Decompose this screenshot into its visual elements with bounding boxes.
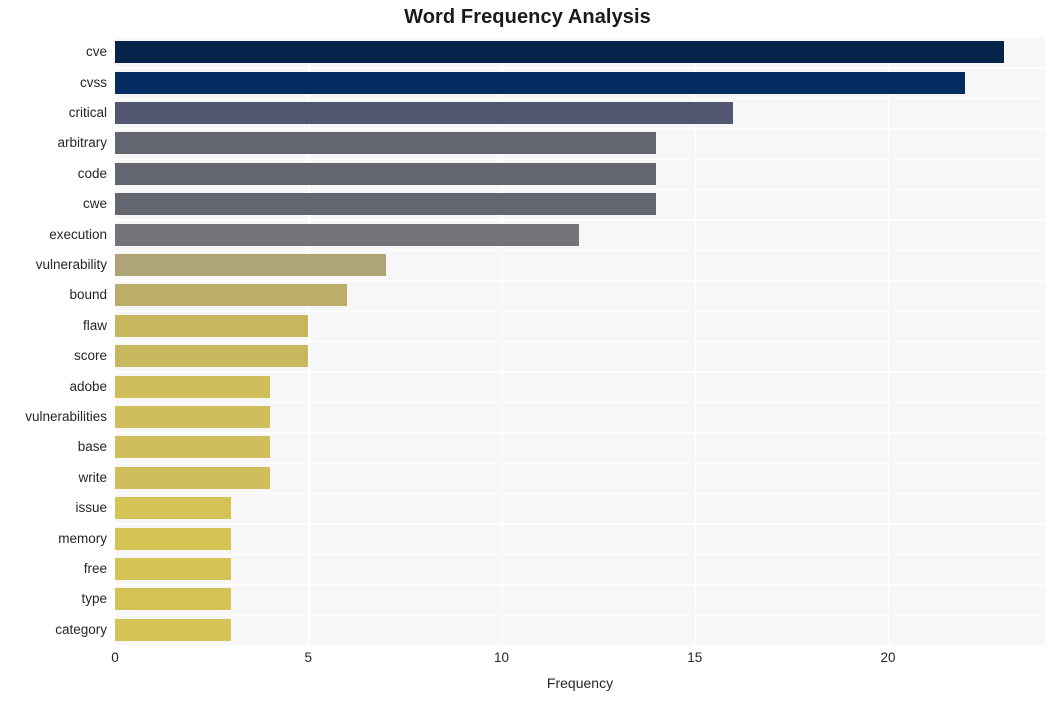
bar-arbitrary[interactable]	[115, 132, 657, 155]
bar-adobe[interactable]	[115, 375, 270, 398]
bar-score[interactable]	[115, 345, 309, 368]
bar-vulnerability[interactable]	[115, 254, 386, 276]
gridline-horizontal-4	[115, 158, 1045, 160]
y-tick-label-cvss: cvss	[80, 74, 107, 90]
x-axis-title: Frequency	[546, 675, 614, 691]
y-tick-label-vulnerabilities: vulnerabilities	[25, 409, 107, 424]
bar-memory[interactable]	[115, 527, 231, 550]
x-tick-label-0: 0	[111, 650, 119, 665]
y-tick-label-code: code	[77, 165, 107, 181]
y-tick-label-type: type	[81, 591, 107, 607]
word-frequency-chart: Word Frequency Analysis cve cvss critical a…	[0, 0, 1055, 701]
y-tick-label-flaw: flaw	[82, 317, 107, 333]
bar-flaw[interactable]	[115, 314, 309, 337]
bar-category[interactable]	[115, 618, 231, 641]
bar-write[interactable]	[115, 466, 270, 489]
plot-area	[115, 37, 1045, 645]
bar-base[interactable]	[115, 436, 270, 459]
y-tick-label-free: free	[83, 561, 107, 576]
gridline-horizontal-2	[115, 97, 1045, 100]
bar-bound[interactable]	[115, 284, 347, 307]
gridline-horizontal-14	[115, 462, 1045, 464]
gridline-horizontal-15	[115, 493, 1045, 495]
bar-cve[interactable]	[115, 41, 1004, 64]
gridline-horizontal-8	[115, 280, 1045, 282]
gridline-horizontal-3	[115, 128, 1045, 130]
y-tick-label-category: category	[55, 621, 107, 637]
y-tick-label-memory: memory	[58, 530, 107, 546]
y-tick-label-vulnerability: vulnerability	[35, 257, 107, 272]
y-tick-label-write: write	[78, 469, 107, 485]
y-tick-label-adobe: adobe	[69, 378, 107, 394]
y-tick-label-cwe: cwe	[82, 196, 107, 212]
y-tick-label-execution: execution	[49, 226, 107, 242]
x-tick-label-10: 10	[493, 650, 510, 665]
bar-type[interactable]	[115, 588, 231, 611]
chart-title: Word Frequency Analysis	[404, 6, 651, 28]
y-tick-label-issue: issue	[75, 500, 107, 516]
y-tick-label-arbitrary: arbitrary	[57, 135, 107, 151]
bar-issue[interactable]	[115, 497, 231, 520]
gridline-horizontal-16	[115, 523, 1045, 525]
gridline-horizontal-0	[115, 37, 1045, 39]
bar-vulnerabilities[interactable]	[115, 406, 270, 428]
gridline-horizontal-6	[115, 219, 1045, 221]
gridline-horizontal-7	[115, 249, 1045, 252]
gridline-horizontal-13	[115, 432, 1045, 434]
bar-code[interactable]	[115, 162, 657, 185]
x-tick-label-15: 15	[687, 650, 703, 665]
gridline-horizontal-10	[115, 341, 1045, 343]
gridline-horizontal-11	[115, 371, 1045, 373]
y-tick-label-critical: critical	[68, 105, 107, 120]
y-tick-label-bound: bound	[69, 287, 107, 303]
gridline-horizontal-5	[115, 189, 1045, 191]
gridline-horizontal-18	[115, 584, 1045, 586]
gridline-horizontal-9	[115, 310, 1045, 312]
bar-critical[interactable]	[115, 102, 734, 124]
gridline-horizontal-12	[115, 401, 1045, 404]
bar-cwe[interactable]	[115, 193, 657, 216]
bar-cvss[interactable]	[115, 71, 966, 94]
gridline-horizontal-19	[115, 614, 1045, 616]
y-tick-label-base: base	[77, 439, 107, 455]
gridline-horizontal-17	[115, 553, 1045, 556]
y-tick-label-cve: cve	[85, 44, 107, 60]
bar-execution[interactable]	[115, 223, 579, 246]
gridline-horizontal-1	[115, 67, 1045, 69]
bar-free[interactable]	[115, 558, 231, 580]
x-tick-label-20: 20	[880, 650, 896, 665]
x-axis-tick-labels: 0 5 10 15 20	[0, 650, 1055, 672]
x-tick-label-5: 5	[304, 650, 313, 665]
y-tick-label-score: score	[73, 348, 107, 364]
y-axis-tick-labels: cve cvss critical arbitrary code cwe execution…	[0, 37, 107, 645]
